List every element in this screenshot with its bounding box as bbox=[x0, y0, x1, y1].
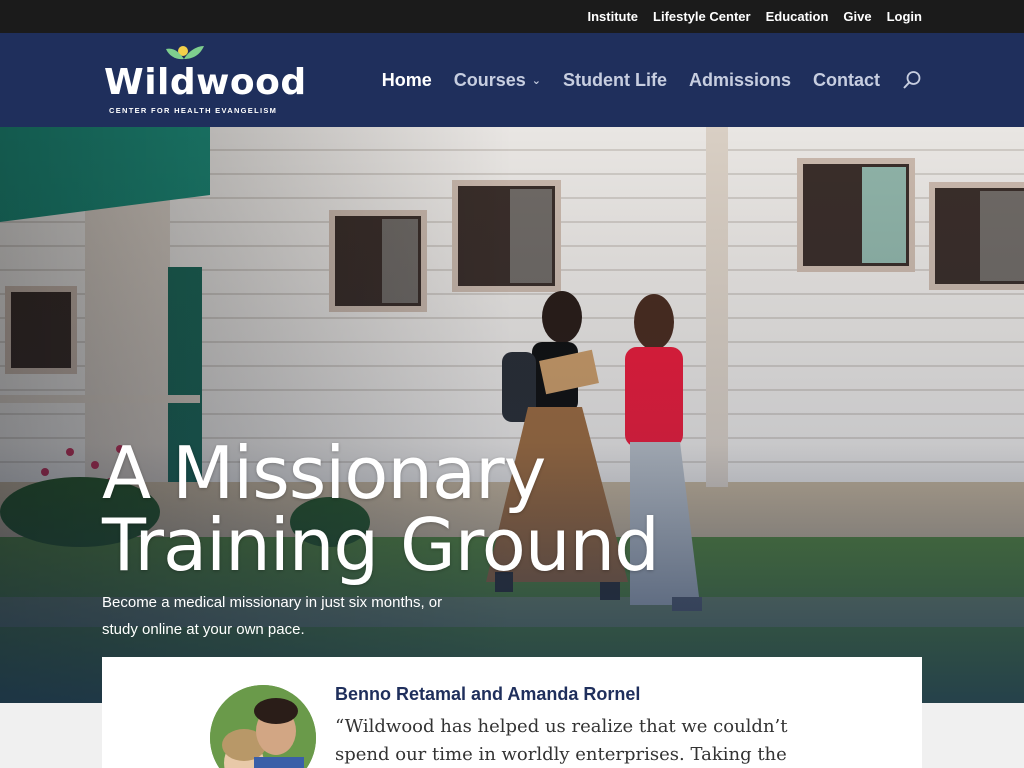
main-header: Wildwood CENTER FOR HEALTH EVANGELISM Ho… bbox=[0, 33, 1024, 127]
logo-tagline: CENTER FOR HEALTH EVANGELISM bbox=[109, 106, 278, 115]
search-icon[interactable] bbox=[902, 70, 922, 90]
testimonial-name: Benno Retamal and Amanda Rornel bbox=[335, 684, 641, 704]
nav-item-contact[interactable]: Contact bbox=[813, 70, 880, 91]
utility-link-education[interactable]: Education bbox=[766, 9, 829, 24]
avatar bbox=[210, 685, 316, 768]
hero-heading: A Missionary Training Ground bbox=[102, 437, 702, 581]
chevron-down-icon: ⌄ bbox=[531, 74, 541, 87]
utility-link-lifestyle-center[interactable]: Lifestyle Center bbox=[653, 9, 751, 24]
utility-link-institute[interactable]: Institute bbox=[587, 9, 638, 24]
primary-nav: Home Courses ⌄ Student Life Admissions Co… bbox=[382, 33, 922, 127]
utility-link-login[interactable]: Login bbox=[887, 9, 922, 24]
testimonial-photo bbox=[210, 685, 316, 768]
testimonial-quote: “Wildwood has helped us realize that we … bbox=[335, 716, 788, 765]
testimonial-card: Benno Retamal and Amanda Rornel “Wildwoo… bbox=[102, 657, 922, 768]
hero-subtitle: Become a medical missionary in just six … bbox=[102, 594, 443, 638]
nav-label-admissions: Admissions bbox=[688, 69, 791, 90]
utility-links: Institute Lifestyle Center Education Giv… bbox=[587, 0, 922, 33]
logo-wordmark: Wildwood bbox=[104, 62, 307, 103]
nav-item-admissions[interactable]: Admissions bbox=[689, 70, 791, 91]
hero-title-line-2: Training Ground bbox=[102, 503, 660, 587]
nav-item-home[interactable]: Home bbox=[382, 70, 432, 91]
nav-label-student-life: Student Life bbox=[562, 69, 667, 90]
nav-label-courses: Courses bbox=[453, 69, 526, 90]
hero-title-line-1: A Missionary bbox=[102, 431, 546, 515]
nav-item-student-life[interactable]: Student Life bbox=[563, 70, 667, 91]
nav-label-home: Home bbox=[381, 69, 432, 90]
site-logo[interactable]: Wildwood CENTER FOR HEALTH EVANGELISM bbox=[104, 43, 306, 119]
hero-section: A Missionary Training Ground Become a me… bbox=[0, 127, 1024, 703]
nav-label-contact: Contact bbox=[813, 69, 880, 90]
top-utility-bar: Institute Lifestyle Center Education Giv… bbox=[0, 0, 1024, 33]
nav-item-courses[interactable]: Courses ⌄ bbox=[454, 70, 541, 91]
utility-link-give[interactable]: Give bbox=[843, 9, 871, 24]
